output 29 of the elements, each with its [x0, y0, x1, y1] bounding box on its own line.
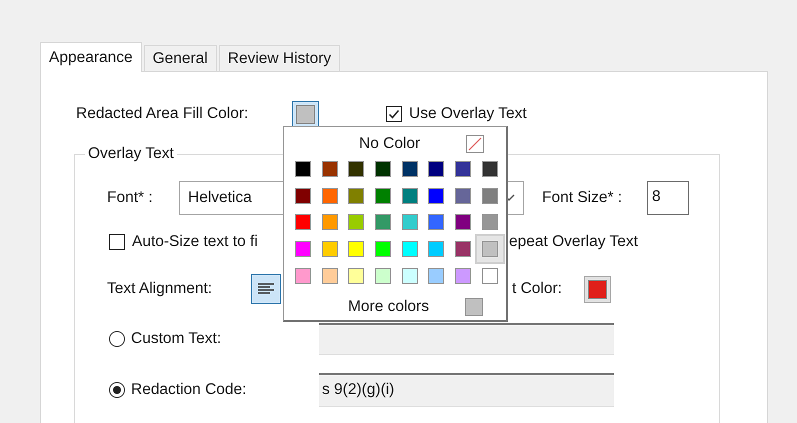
font-label: Font* :	[107, 189, 154, 207]
checkbox[interactable]	[386, 106, 402, 122]
checkbox-label: Auto-Size text to fi	[132, 233, 259, 251]
fill-color-label: Redacted Area Fill Color:	[76, 105, 250, 123]
radio-button[interactable]	[109, 331, 125, 347]
more-colors-option[interactable]: More colors	[348, 298, 429, 316]
radio-label: Custom Text:	[131, 330, 222, 348]
text-color-label: t Color:	[512, 280, 563, 298]
no-color-icon[interactable]	[466, 135, 484, 153]
color-swatch[interactable]	[464, 298, 483, 316]
tab[interactable]: General	[144, 45, 217, 71]
tab[interactable]: Appearance	[40, 42, 142, 72]
font-size-field[interactable]: 8	[647, 181, 689, 215]
text-color-button[interactable]	[584, 276, 611, 302]
align-left-icon[interactable]	[251, 274, 281, 304]
fill-color-button[interactable]	[292, 100, 319, 128]
text-field[interactable]: s 9(2)(g)(i)	[319, 373, 614, 407]
no-color-option[interactable]: No Color	[359, 135, 420, 153]
checkbox[interactable]	[109, 234, 125, 250]
text-field[interactable]	[319, 323, 614, 355]
radio-label: Redaction Code:	[131, 381, 248, 399]
tab[interactable]: Review History	[218, 45, 340, 71]
group-title: Overlay Text	[87, 145, 175, 163]
checkbox-label: Use Overlay Text	[409, 105, 527, 123]
checkbox-label: epeat Overlay Text	[509, 233, 638, 251]
color-swatch[interactable]	[476, 236, 503, 262]
alignment-label: Text Alignment:	[107, 280, 214, 298]
font-size-label: Font Size* :	[542, 189, 624, 207]
radio-button[interactable]	[109, 382, 125, 398]
